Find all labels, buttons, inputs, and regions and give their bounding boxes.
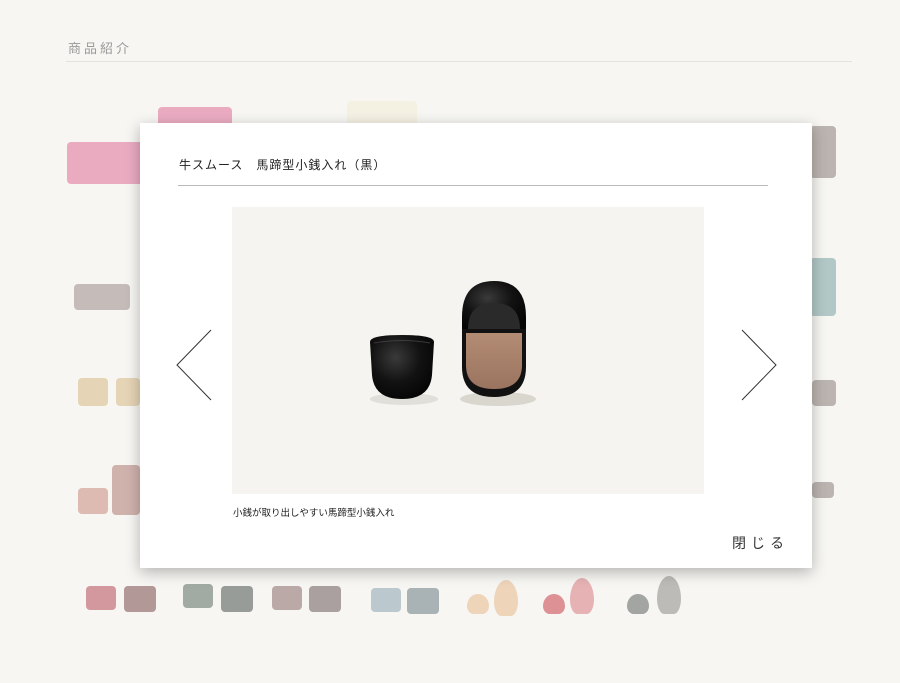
product-thumbnail[interactable] [78,488,108,514]
product-thumbnail[interactable] [627,594,649,614]
product-thumbnail[interactable] [272,586,302,610]
product-thumbnail[interactable] [86,586,116,610]
product-thumbnail[interactable] [812,482,834,498]
modal-title-divider [178,185,768,186]
previous-button[interactable] [175,328,215,402]
product-image [232,207,704,494]
chevron-left-icon [176,329,212,401]
coin-purse-photo [370,281,536,406]
close-button[interactable]: 閉じる [732,533,789,553]
product-thumbnail[interactable] [221,586,253,612]
next-button[interactable] [738,328,778,402]
product-thumbnail[interactable] [74,284,130,310]
modal-title: 牛スムース 馬蹄型小銭入れ（黒） [179,158,387,172]
product-thumbnail[interactable] [810,258,836,316]
product-thumbnail[interactable] [309,586,341,612]
product-thumbnail[interactable] [494,580,518,616]
product-thumbnail[interactable] [570,578,594,614]
product-thumbnail[interactable] [467,594,489,614]
product-thumbnail[interactable] [124,586,156,612]
product-modal: 牛スムース 馬蹄型小銭入れ（黒） 小銭が取り出しやすい馬蹄型小銭入れ 閉じる [140,123,812,568]
product-thumbnail[interactable] [371,588,401,612]
product-thumbnail[interactable] [407,588,439,614]
product-thumbnail[interactable] [812,380,836,406]
product-thumbnail[interactable] [183,584,213,608]
product-thumbnail[interactable] [112,465,140,515]
purse-interior [466,333,522,389]
product-thumbnail[interactable] [347,101,417,125]
product-thumbnail[interactable] [78,378,108,406]
product-thumbnail[interactable] [67,142,147,184]
product-thumbnail[interactable] [116,378,140,406]
chevron-right-icon [741,329,777,401]
closed-purse [370,335,434,399]
product-thumbnail[interactable] [543,594,565,614]
product-thumbnail[interactable] [810,126,836,178]
product-caption: 小銭が取り出しやすい馬蹄型小銭入れ [233,508,395,519]
product-thumbnail[interactable] [657,576,681,614]
